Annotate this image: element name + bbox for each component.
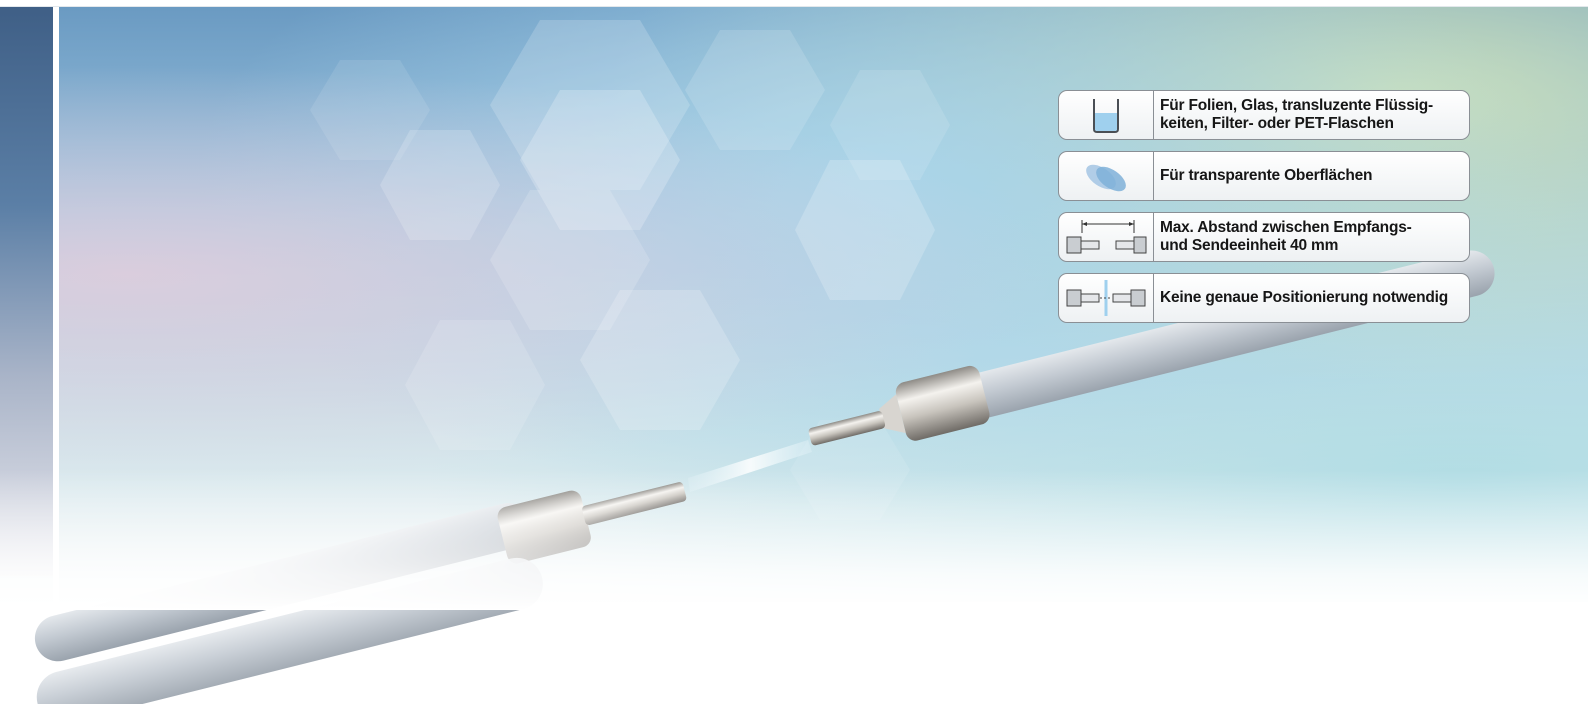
distance-measure-icon [1059,213,1154,261]
feature-text: Keine genaue Positionierung notwendig [1160,289,1448,306]
feature-text: Max. Abstand zwischen Empfangs- und Send… [1160,219,1412,254]
bottom-fade [0,470,1588,610]
feature-row: Für transparente Oberflächen [1058,151,1470,201]
feature-text: Für Folien, Glas, transluzente Flüssig- … [1160,97,1433,132]
feature-row: Für Folien, Glas, transluzente Flüssig- … [1058,90,1470,140]
liquid-glass-icon [1059,91,1154,139]
transparent-lenses-icon [1059,152,1154,200]
alignment-tolerance-icon [1059,274,1154,322]
feature-row: Keine genaue Positionierung notwendig [1058,273,1470,323]
feature-text: Für transparente Oberflächen [1160,167,1373,184]
feature-list: Für Folien, Glas, transluzente Flüssig- … [1058,90,1470,334]
feature-row: Max. Abstand zwischen Empfangs- und Send… [1058,212,1470,262]
right-sleeve [808,365,990,446]
product-banner: Für Folien, Glas, transluzente Flüssig- … [0,0,1588,704]
